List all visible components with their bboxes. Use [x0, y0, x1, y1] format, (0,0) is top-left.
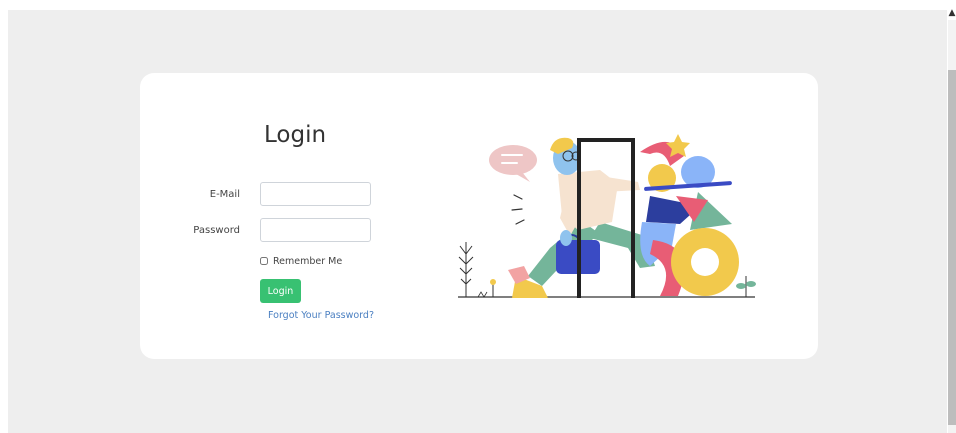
motion-lines: [511, 194, 525, 225]
remember-me-label: Remember Me: [273, 255, 343, 267]
password-field[interactable]: [260, 218, 371, 242]
email-label: E-Mail: [209, 189, 240, 200]
yellow-ring-shape: [671, 228, 739, 296]
plant-icon: [458, 242, 474, 297]
login-button[interactable]: Login: [260, 279, 301, 303]
flower-icon: [490, 279, 496, 297]
email-field[interactable]: [260, 182, 371, 206]
sprout-icon: [736, 276, 756, 297]
person-hand: [560, 230, 572, 246]
password-label: Password: [193, 225, 240, 236]
grass-icon: [477, 291, 488, 298]
remember-me[interactable]: Remember Me: [260, 254, 342, 268]
person-head: [550, 137, 581, 175]
speech-bubble-icon: [489, 145, 537, 182]
login-illustration: [458, 134, 756, 298]
scroll-up-arrow-icon[interactable]: ▲: [948, 8, 956, 18]
remember-me-checkbox[interactable]: [260, 257, 268, 265]
login-title: Login: [264, 122, 327, 148]
scrollbar-thumb[interactable]: [948, 70, 956, 425]
forgot-password-link[interactable]: Forgot Your Password?: [268, 310, 374, 321]
